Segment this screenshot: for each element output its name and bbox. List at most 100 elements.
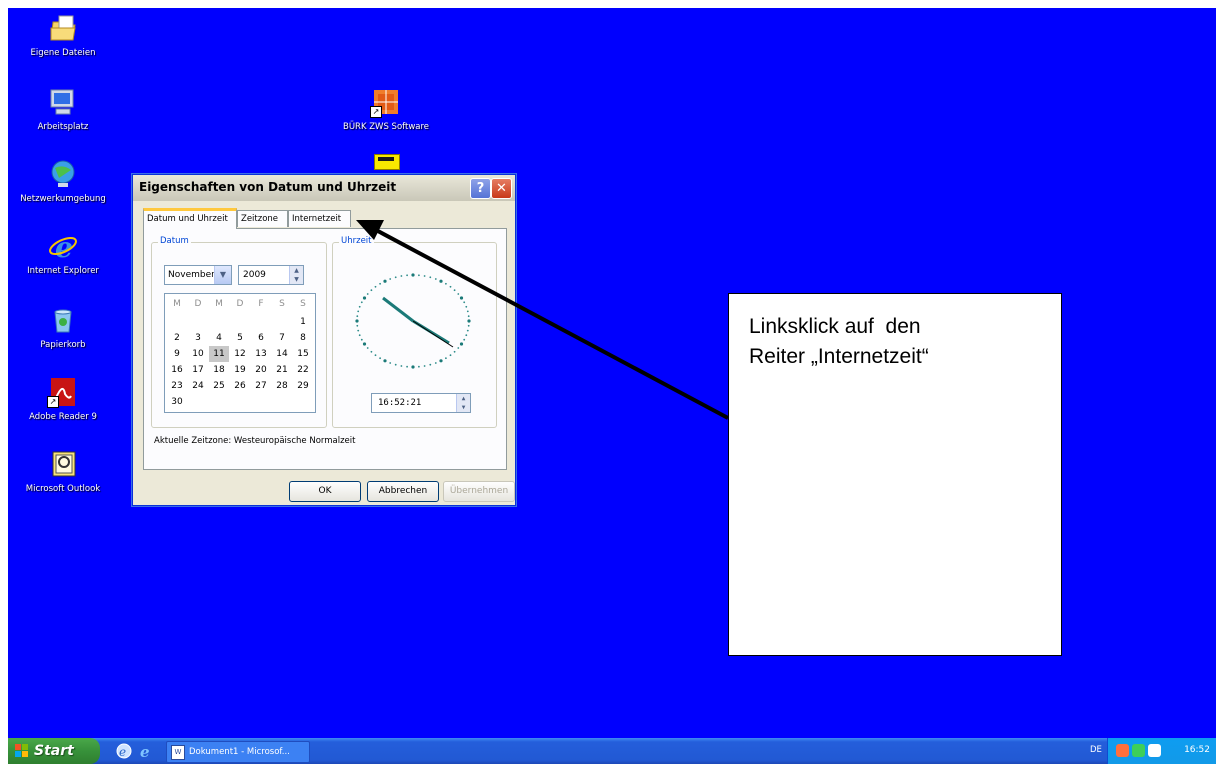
time-value: 16:52:21	[378, 398, 422, 408]
calendar-day[interactable]: 4	[209, 330, 229, 346]
month-value: November	[168, 270, 215, 280]
tab-datum-und-uhrzeit[interactable]: Datum und Uhrzeit	[143, 208, 237, 229]
calendar-day[interactable]: 16	[167, 362, 187, 378]
desktop-icon-internet-explorer[interactable]: e Internet Explorer	[8, 230, 118, 276]
year-field[interactable]: 2009 ▲ ▼	[238, 265, 304, 285]
clock-tick	[358, 334, 361, 337]
shortcut-arrow-icon: ↗	[370, 106, 382, 118]
calendar-day[interactable]: 6	[251, 330, 271, 346]
calendar-day[interactable]: 19	[230, 362, 250, 378]
clock-tick	[449, 354, 452, 357]
svg-text:e: e	[119, 745, 126, 759]
calendar-day[interactable]: 20	[251, 362, 271, 378]
cancel-button[interactable]: Abbrechen	[367, 481, 439, 502]
instruction-callout: Linksklick auf den Reiter „Internetzeit“	[728, 293, 1062, 656]
calendar-day[interactable]: 2	[167, 330, 187, 346]
partially-hidden-desktop-icon[interactable]	[374, 154, 400, 170]
desktop-icon-papierkorb[interactable]: Papierkorb	[8, 304, 118, 350]
tab-zeitzone[interactable]: Zeitzone	[237, 210, 288, 227]
calendar-day[interactable]: 26	[230, 378, 250, 394]
tab-internetzeit[interactable]: Internetzeit	[288, 210, 351, 227]
calendar-day[interactable]: 23	[167, 378, 187, 394]
clock-tick	[418, 274, 420, 277]
clock-tick	[356, 324, 359, 327]
calendar-day[interactable]: 9	[167, 346, 187, 362]
calendar-day[interactable]: 13	[251, 346, 271, 362]
calendar-week-row: 1	[167, 314, 313, 330]
desktop-icon-label: Adobe Reader 9	[29, 412, 97, 422]
clock-tick	[358, 305, 361, 308]
date-group-legend: Datum	[158, 236, 191, 246]
tray-network-icon[interactable]	[1132, 744, 1145, 757]
desktop-icon-adobe-reader[interactable]: ↗ Adobe Reader 9	[8, 376, 118, 422]
calendar-day[interactable]: 15	[293, 346, 313, 362]
calendar-day[interactable]: 11	[209, 346, 229, 362]
desktop-icon-netzwerkumgebung[interactable]: Netzwerkumgebung	[8, 158, 118, 204]
month-select[interactable]: November ▼	[164, 265, 232, 285]
show-desktop-icon[interactable]: e	[116, 743, 132, 759]
clock-tick	[457, 347, 460, 349]
close-button[interactable]: ✕	[491, 178, 512, 199]
time-group-legend: Uhrzeit	[339, 236, 374, 246]
calendar-week-row: 23 24 25 26 27 28 29	[167, 378, 313, 394]
tray-clock[interactable]: 16:52	[1184, 745, 1210, 755]
desktop-icon-arbeitsplatz[interactable]: Arbeitsplatz	[8, 86, 118, 132]
dialog-titlebar[interactable]: Eigenschaften von Datum und Uhrzeit ? ✕	[133, 175, 515, 201]
apply-button[interactable]: Übernehmen	[443, 481, 515, 502]
calendar-day[interactable]: 25	[209, 378, 229, 394]
calendar-day[interactable]: 8	[293, 330, 313, 346]
tray-app-icon[interactable]	[1116, 744, 1129, 757]
start-button[interactable]: Start	[8, 738, 100, 764]
calendar-day[interactable]: 14	[272, 346, 292, 362]
clock-tick	[434, 362, 437, 364]
desktop-icon-outlook[interactable]: Microsoft Outlook	[8, 448, 118, 494]
calendar-day[interactable]: 21	[272, 362, 292, 378]
calendar-day[interactable]: 5	[230, 330, 250, 346]
weekday-header: M	[173, 299, 181, 309]
calendar-day[interactable]: 10	[188, 346, 208, 362]
desktop-icon-label: BÜRK ZWS Software	[342, 122, 430, 132]
windows-flag-icon	[15, 744, 28, 757]
desktop-icon-label: Internet Explorer	[27, 266, 99, 276]
internet-explorer-quicklaunch-icon[interactable]: e	[138, 743, 154, 759]
clock-tick	[411, 273, 415, 277]
calendar-day[interactable]: 30	[167, 394, 187, 410]
calendar-week-row: 9 10 11 12 13 14 15	[167, 346, 313, 362]
calendar-day[interactable]: 17	[188, 362, 208, 378]
calendar-day[interactable]: 27	[251, 378, 271, 394]
time-groupbox: Uhrzeit 16:52:21 ▲ ▼	[332, 236, 497, 428]
tray-volume-icon[interactable]	[1148, 744, 1161, 757]
calendar-day[interactable]: 7	[272, 330, 292, 346]
calendar-day[interactable]: 3	[188, 330, 208, 346]
recycle-bin-icon	[47, 304, 79, 336]
calendar-day[interactable]: 29	[293, 378, 313, 394]
calendar-day[interactable]: 1	[293, 314, 313, 330]
tab-panel: Datum November ▼ 2009 ▲ ▼ M D M D F S S …	[143, 228, 507, 470]
clock-tick	[457, 293, 460, 295]
calendar-day[interactable]: 12	[230, 346, 250, 362]
taskbar: Start e e W Dokument1 - Microsof... DE 1…	[8, 738, 1216, 764]
time-field[interactable]: 16:52:21 ▲ ▼	[371, 393, 471, 413]
buerk-zws-icon: ↗	[370, 86, 402, 118]
clock-tick	[423, 365, 426, 367]
clock-tick	[389, 362, 392, 364]
network-icon	[47, 158, 79, 190]
calendar-day[interactable]: 24	[188, 378, 208, 394]
chevron-down-icon[interactable]: ▼	[214, 266, 231, 284]
calendar-day[interactable]: 22	[293, 362, 313, 378]
calendar-day[interactable]: 18	[209, 362, 229, 378]
clock-tick	[466, 329, 469, 332]
desktop-icon-buerk-zws[interactable]: ↗ BÜRK ZWS Software	[331, 86, 441, 132]
ok-button[interactable]: OK	[289, 481, 361, 502]
clock-tick	[467, 324, 470, 327]
svg-text:e: e	[55, 231, 73, 262]
desktop-icon-eigene-dateien[interactable]: Eigene Dateien	[8, 12, 118, 58]
language-indicator[interactable]: DE	[1090, 745, 1102, 755]
year-spinner[interactable]: ▲ ▼	[289, 266, 303, 284]
taskbar-item-word-document[interactable]: W Dokument1 - Microsof...	[166, 741, 310, 763]
clock-tick	[453, 350, 456, 353]
time-spinner[interactable]: ▲ ▼	[456, 394, 470, 412]
calendar-day[interactable]: 28	[272, 378, 292, 394]
year-value: 2009	[243, 270, 266, 280]
help-button[interactable]: ?	[470, 178, 491, 199]
